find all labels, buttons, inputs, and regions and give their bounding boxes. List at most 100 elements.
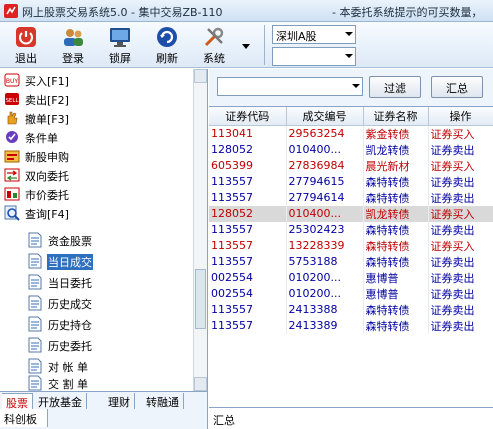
scroll-down-icon[interactable] [194,377,207,391]
table-row[interactable]: 113557 27794614 森特转债 证券卖出 [209,189,493,206]
cancel-hand-icon [7,111,18,125]
filter-button[interactable]: 过滤 [369,76,421,98]
market-select-value: 深圳A股 [276,30,317,43]
table-cell-code: 605399 [209,157,287,174]
tab-wealth[interactable]: 理财 [104,393,135,409]
login-label: 登录 [62,52,84,65]
table-cell-op: 证券卖出 [428,301,493,318]
lock-screen-button[interactable]: 锁屏 [100,24,140,66]
svg-text:BUY: BUY [6,78,19,85]
svg-text:SELL: SELL [5,98,19,104]
table-cell-code: 113557 [209,301,287,318]
exit-icon [16,27,36,47]
summary-button[interactable]: 汇总 [431,76,483,98]
table-cell-op: 证券买入 [428,125,493,142]
table-cell-op: 证券买入 [428,157,493,174]
table-cell-no: 13228339 [286,237,364,254]
table-cell-name: 凯龙转债 [363,141,429,158]
system-menu-arrow-icon[interactable] [240,40,252,52]
left-panel: BUY 买入[F1] SELL 卖出[F2] 撤单[F3] 条件单 新股申购 双… [0,69,208,429]
chevron-down-icon [352,84,360,88]
table-row[interactable]: 113557 13228339 森特转债 证券买入 [209,237,493,254]
table-cell-code: 113557 [209,173,287,190]
table-cell-code: 128052 [209,205,287,222]
column-header[interactable]: 证券代码 [209,107,287,126]
table-cell-name: 森特转债 [363,221,429,238]
document-icon [28,253,42,269]
tab-open-funds[interactable]: 开放基金 [34,393,87,409]
window-title: 网上股票交易系统5.0 - 集中交易ZB-110 [22,6,223,19]
table-cell-code: 002554 [209,269,287,286]
table-cell-op: 证券卖出 [428,253,493,270]
tree-scrollbar[interactable] [193,69,207,391]
table-cell-op: 证券卖出 [428,269,493,286]
document-icon [28,232,42,248]
table-header-row: 证券代码 成交编号 证券名称 操作 [209,107,493,126]
filter-select[interactable] [217,77,363,96]
table-row[interactable]: 113557 25302423 森特转债 证券卖出 [209,221,493,238]
column-header[interactable]: 成交编号 [286,107,364,126]
table-cell-name: 森特转债 [363,189,429,206]
table-cell-op: 证券卖出 [428,173,493,190]
right-panel: 过滤 汇总 证券代码 成交编号 证券名称 操作 113041 29563254 紫金… [209,69,493,429]
bottom-tabs: 股票 开放基金 理财 转融通 [0,391,207,410]
account-select[interactable] [272,47,356,66]
table-cell-no: 27794615 [286,173,364,190]
lock-screen-label: 锁屏 [109,52,131,65]
system-label: 系统 [203,52,225,65]
exit-button[interactable]: 退出 [6,24,46,66]
table-row[interactable]: 605399 27836984 晨光新材 证券买入 [209,157,493,174]
scroll-thumb[interactable] [195,269,206,329]
table-cell-name: 森特转债 [363,237,429,254]
market-order-icon [4,187,20,201]
table-row[interactable]: 128052 010400... 凯龙转债 证券卖出 [209,141,493,158]
exit-label: 退出 [15,52,37,65]
login-button[interactable]: 登录 [53,24,93,66]
refresh-label: 刷新 [156,52,178,65]
table-row[interactable]: 113041 29563254 紫金转债 证券买入 [209,125,493,142]
tools-icon [204,27,224,47]
table-cell-name: 森特转债 [363,317,429,334]
table-cell-no: 010400... [286,205,364,222]
table-cell-code: 113557 [209,237,287,254]
title-bar: 网上股票交易系统5.0 - 集中交易ZB-110 - 本委托系统提示的可买数量， [0,0,493,22]
function-tree: BUY 买入[F1] SELL 卖出[F2] 撤单[F3] 条件单 新股申购 双… [0,69,193,391]
toolbar-separator [264,25,265,65]
table-cell-op: 证券卖出 [428,221,493,238]
table-row[interactable]: 002554 010200... 惠博普 证券卖出 [209,269,493,286]
table-row[interactable]: 113557 2413388 森特转债 证券卖出 [209,301,493,318]
table-cell-name: 紫金转债 [363,125,429,142]
table-row[interactable]: 113557 5753188 森特转债 证券卖出 [209,253,493,270]
column-header[interactable]: 证券名称 [363,107,429,126]
tab-stocks[interactable]: 股票 [2,393,33,410]
table-cell-no: 010400... [286,141,364,158]
summary-label: 汇总 [213,414,235,427]
table-row[interactable]: 113557 27794615 森特转债 证券卖出 [209,173,493,190]
table-cell-no: 2413389 [286,317,364,334]
tab-star-market[interactable]: 科创板 [0,409,48,427]
table-cell-op: 证券买入 [428,205,493,222]
document-icon [28,316,42,332]
table-cell-op: 证券卖出 [428,317,493,334]
table-cell-no: 2413388 [286,301,364,318]
lock-screen-icon [110,28,130,47]
column-header[interactable]: 操作 [428,107,493,126]
market-select[interactable]: 深圳A股 [272,25,356,44]
table-cell-no: 27794614 [286,189,364,206]
table-cell-no: 010200... [286,285,364,302]
table-cell-code: 113557 [209,221,287,238]
chevron-down-icon [345,32,353,36]
document-icon [28,337,42,353]
table-row[interactable]: 128052 010400... 凯龙转债 证券买入 [209,205,493,222]
document-icon [28,375,42,391]
table-row[interactable]: 002554 010200... 惠博普 证券卖出 [209,285,493,302]
refresh-button[interactable]: 刷新 [147,24,187,66]
table-cell-op: 证券买入 [428,237,493,254]
table-row[interactable]: 113557 2413389 森特转债 证券卖出 [209,317,493,334]
table-cell-code: 113557 [209,253,287,270]
system-button[interactable]: 系统 [194,24,234,66]
table-cell-name: 森特转债 [363,253,429,270]
tab-margin[interactable]: 转融通 [142,393,184,409]
scroll-up-icon[interactable] [194,69,207,83]
two-way-order-icon [4,168,20,182]
